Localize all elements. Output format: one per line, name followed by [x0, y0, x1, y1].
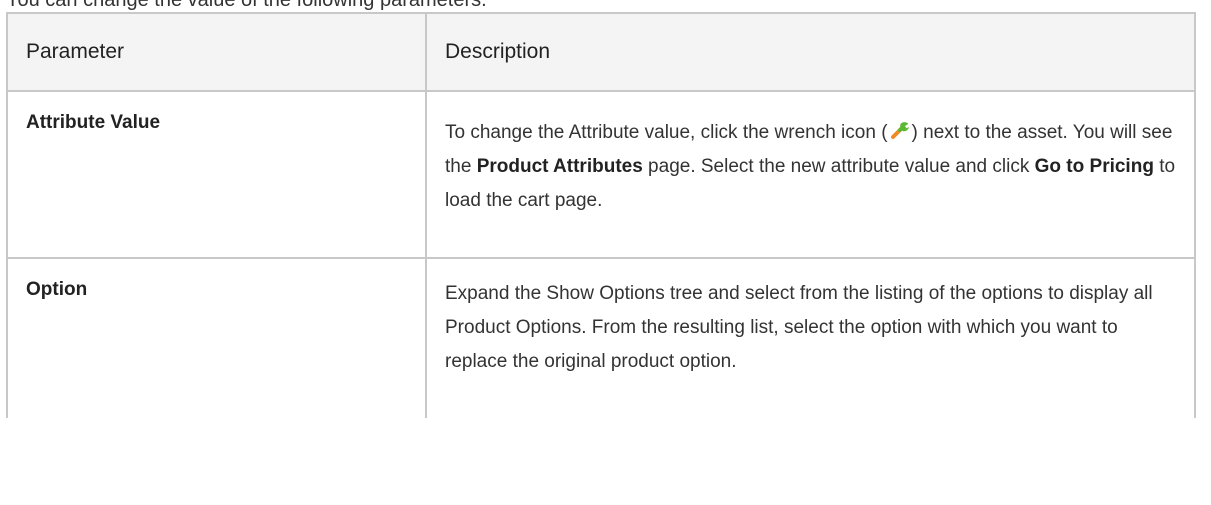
- parameter-cell: Option: [6, 257, 427, 418]
- description-cell: Expand the Show Options tree and select …: [425, 257, 1196, 418]
- table-row: Option Expand the Show Options tree and …: [6, 257, 1196, 418]
- table-header-row: Parameter Description: [6, 12, 1196, 92]
- header-parameter: Parameter: [6, 12, 427, 92]
- description-cell: To change the Attribute value, click the…: [425, 90, 1196, 259]
- go-to-pricing-term: Go to Pricing: [1034, 156, 1154, 177]
- product-attributes-term: Product Attributes: [476, 156, 643, 177]
- intro-text: You can change the value of the followin…: [6, 0, 487, 11]
- description-text: page. Select the new attribute value and…: [642, 156, 1035, 177]
- description-text: To change the Attribute value, click the…: [445, 122, 888, 143]
- table-row: Attribute Value To change the Attribute …: [6, 90, 1196, 259]
- parameter-cell: Attribute Value: [6, 90, 427, 259]
- header-description: Description: [425, 12, 1196, 92]
- parameters-table: Parameter Description Attribute Value To…: [6, 12, 1196, 418]
- wrench-icon: [890, 118, 910, 139]
